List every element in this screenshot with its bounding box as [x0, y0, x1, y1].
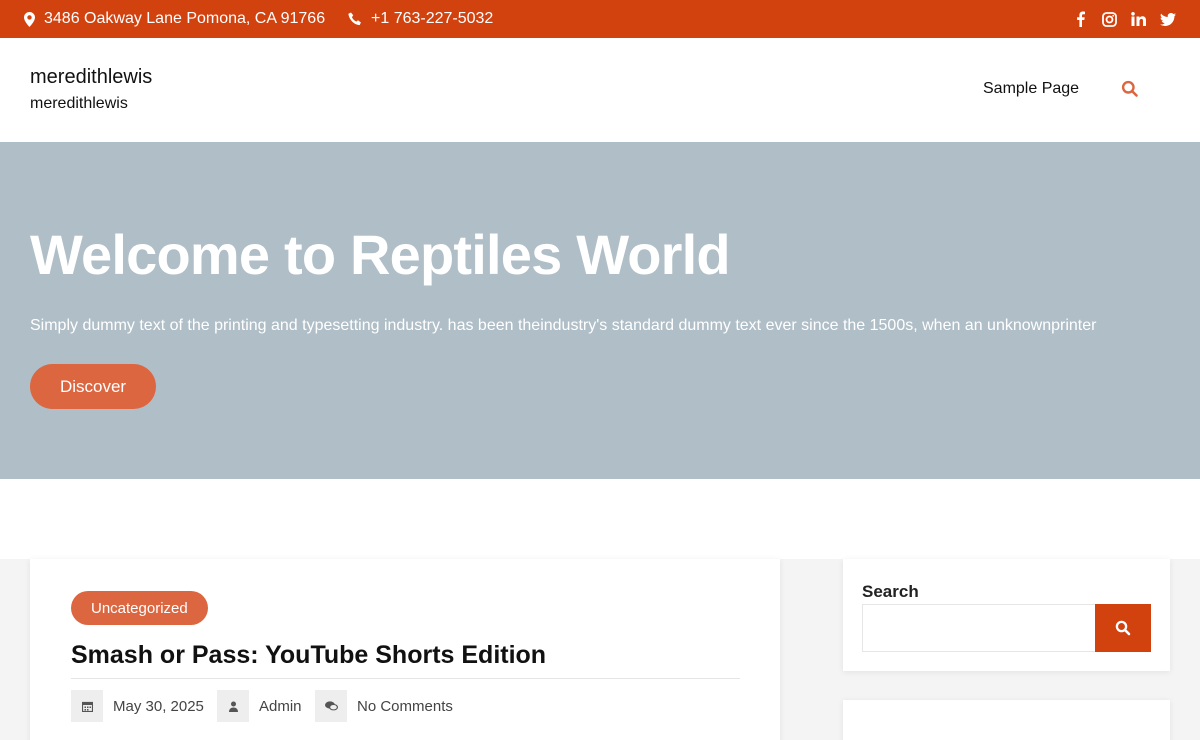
phone-info[interactable]: +1 763-227-5032: [348, 0, 493, 38]
search-icon[interactable]: [1121, 80, 1139, 98]
calendar-icon: [71, 690, 103, 722]
post-comments: No Comments: [315, 690, 453, 722]
hero-title: Welcome to Reptiles World: [30, 223, 731, 286]
phone-icon: [348, 12, 361, 26]
post-author: Admin: [217, 690, 302, 722]
search-input[interactable]: [862, 604, 1096, 652]
post-date: May 30, 2025: [71, 690, 204, 722]
phone-text: +1 763-227-5032: [371, 10, 494, 27]
site-tagline: meredithlewis: [30, 95, 128, 112]
address-text: 3486 Oakway Lane Pomona, CA 91766: [44, 10, 326, 27]
post-date-text[interactable]: May 30, 2025: [113, 698, 204, 715]
site-header: meredithlewis meredithlewis Sample Page: [0, 38, 1200, 142]
sidebar-widget: [843, 700, 1170, 740]
post-title[interactable]: Smash or Pass: YouTube Shorts Edition: [71, 641, 546, 670]
user-icon: [217, 690, 249, 722]
post-author-text[interactable]: Admin: [259, 698, 302, 715]
address-info: 3486 Oakway Lane Pomona, CA 91766: [24, 0, 325, 38]
post-divider: [71, 678, 740, 679]
map-pin-icon: [24, 11, 35, 27]
hero-banner: Welcome to Reptiles World Simply dummy t…: [0, 142, 1200, 479]
top-bar: 3486 Oakway Lane Pomona, CA 91766 +1 763…: [0, 0, 1200, 38]
search-widget-title: Search: [862, 582, 919, 601]
site-title[interactable]: meredithlewis: [30, 66, 152, 89]
instagram-icon[interactable]: [1101, 11, 1118, 28]
search-widget: Search: [843, 559, 1170, 671]
category-badge[interactable]: Uncategorized: [71, 591, 208, 625]
facebook-icon[interactable]: [1072, 11, 1089, 28]
social-links: [1072, 0, 1176, 38]
hero-description: Simply dummy text of the printing and ty…: [30, 317, 1097, 334]
search-submit-button[interactable]: [1095, 604, 1151, 652]
post-card: Uncategorized Smash or Pass: YouTube Sho…: [30, 559, 780, 740]
nav-item-sample-page[interactable]: Sample Page: [983, 80, 1079, 98]
discover-button[interactable]: Discover: [30, 364, 156, 409]
post-comments-text[interactable]: No Comments: [357, 698, 453, 715]
linkedin-icon[interactable]: [1130, 11, 1147, 28]
comments-icon: [315, 690, 347, 722]
twitter-icon[interactable]: [1159, 11, 1176, 28]
content-spacer: [0, 479, 1200, 559]
search-icon: [1115, 620, 1131, 636]
